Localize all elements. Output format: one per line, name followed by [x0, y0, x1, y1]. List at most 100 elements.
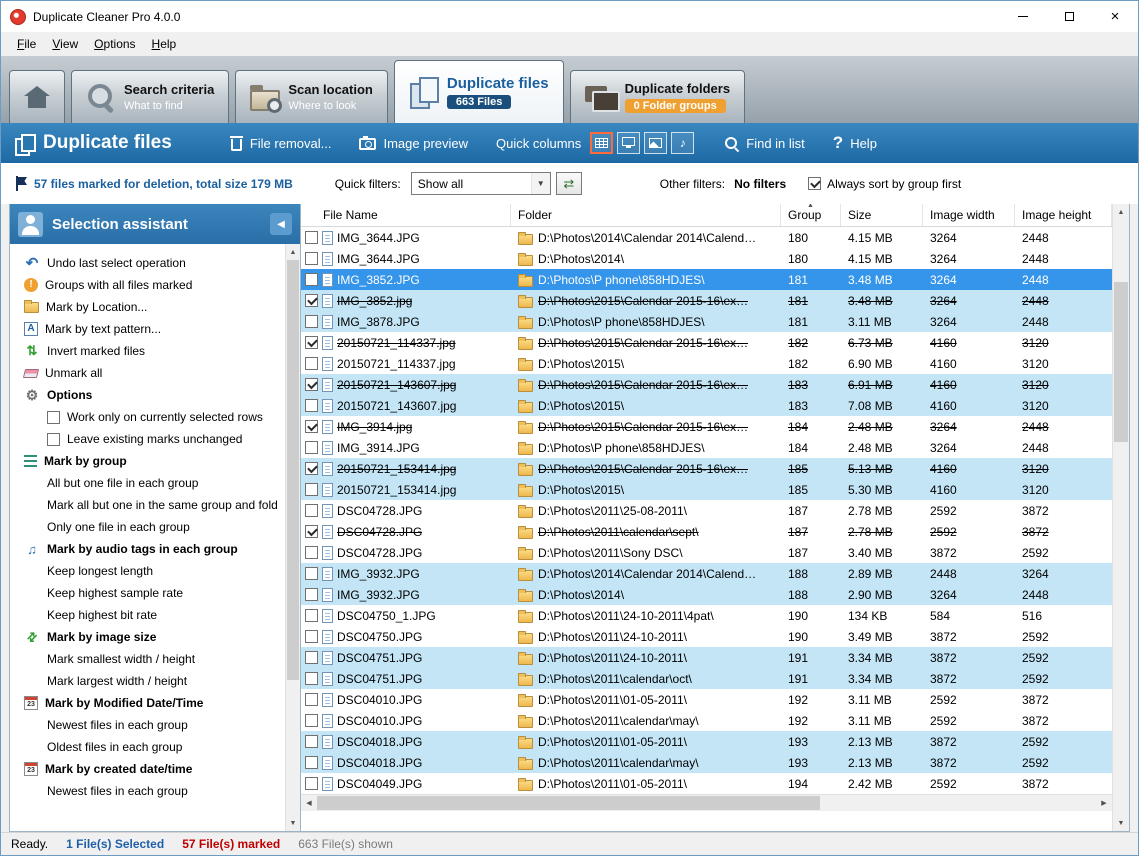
scroll-left-icon[interactable]: ◀ — [301, 795, 317, 811]
sidebar-item[interactable]: Keep highest sample rate — [10, 582, 285, 604]
close-button[interactable]: × — [1092, 1, 1138, 32]
quick-column-image-button[interactable] — [644, 132, 667, 154]
sidebar-item[interactable]: Newest files in each group — [10, 780, 285, 802]
table-row[interactable]: DSC04751.JPGD:\Photos\2011\24-10-2011\19… — [301, 647, 1112, 668]
help-button[interactable]: ? Help — [833, 133, 877, 153]
sidebar-item[interactable]: ⇄Mark by image size — [10, 626, 285, 648]
row-checkbox[interactable] — [305, 462, 318, 475]
maximize-button[interactable] — [1046, 1, 1092, 32]
sort-by-group-option[interactable]: Always sort by group first — [808, 177, 961, 191]
scroll-down-icon[interactable]: ▼ — [286, 815, 300, 831]
row-checkbox[interactable] — [305, 315, 318, 328]
sidebar-item[interactable]: ⚙Options — [10, 384, 285, 406]
table-row[interactable]: IMG_3878.JPGD:\Photos\P phone\858HDJES\1… — [301, 311, 1112, 332]
table-row[interactable]: DSC04728.JPGD:\Photos\2011\calendar\sept… — [301, 521, 1112, 542]
file-removal-button[interactable]: File removal... — [230, 136, 332, 151]
checkbox[interactable] — [47, 433, 60, 446]
table-row[interactable]: DSC04010.JPGD:\Photos\2011\calendar\may\… — [301, 710, 1112, 731]
sidebar-item[interactable]: All but one file in each group — [10, 472, 285, 494]
table-row[interactable]: DSC04750.JPGD:\Photos\2011\24-10-2011\19… — [301, 626, 1112, 647]
sidebar-item[interactable]: Mark by Location... — [10, 296, 285, 318]
row-checkbox[interactable] — [305, 357, 318, 370]
row-checkbox[interactable] — [305, 735, 318, 748]
sidebar-item[interactable]: Oldest files in each group — [10, 736, 285, 758]
table-row[interactable]: IMG_3852.jpgD:\Photos\2015\Calendar 2015… — [301, 290, 1112, 311]
column-header-file-name[interactable]: File Name — [301, 204, 511, 226]
row-checkbox[interactable] — [305, 546, 318, 559]
scroll-down-icon[interactable]: ▼ — [1113, 815, 1129, 831]
minimize-button[interactable] — [1000, 1, 1046, 32]
row-checkbox[interactable] — [305, 630, 318, 643]
sort-by-group-checkbox[interactable] — [808, 177, 821, 190]
column-header-image-height[interactable]: Image height — [1015, 204, 1112, 226]
table-row[interactable]: DSC04049.JPGD:\Photos\2011\01-05-2011\19… — [301, 773, 1112, 794]
sidebar-item[interactable]: !Groups with all files marked — [10, 274, 285, 296]
column-header-folder[interactable]: Folder — [511, 204, 781, 226]
table-row[interactable]: 20150721_153414.jpgD:\Photos\2015\Calend… — [301, 458, 1112, 479]
table-row[interactable]: DSC04728.JPGD:\Photos\2011\Sony DSC\1873… — [301, 542, 1112, 563]
checkbox[interactable] — [47, 411, 60, 424]
table-row[interactable]: IMG_3644.JPGD:\Photos\2014\1804.15 MB326… — [301, 248, 1112, 269]
table-vertical-scrollbar[interactable]: ▲ ▼ — [1112, 204, 1129, 831]
sidebar-item[interactable]: Unmark all — [10, 362, 285, 384]
row-checkbox[interactable] — [305, 651, 318, 664]
table-row[interactable]: IMG_3852.JPGD:\Photos\P phone\858HDJES\1… — [301, 269, 1112, 290]
refresh-filter-button[interactable]: ⇄ — [556, 172, 582, 195]
sidebar-item[interactable]: Mark largest width / height — [10, 670, 285, 692]
tab-home[interactable] — [9, 70, 65, 123]
row-checkbox[interactable] — [305, 777, 318, 790]
column-header-image-width[interactable]: Image width — [923, 204, 1015, 226]
scrollbar-thumb[interactable] — [287, 260, 299, 680]
table-row[interactable]: DSC04750_1.JPGD:\Photos\2011\24-10-2011\… — [301, 605, 1112, 626]
quick-column-grid-button[interactable] — [590, 132, 613, 154]
scroll-up-icon[interactable]: ▲ — [1113, 204, 1129, 220]
row-checkbox[interactable] — [305, 273, 318, 286]
column-header-group[interactable]: ▲ Group — [781, 204, 841, 226]
table-row[interactable]: DSC04018.JPGD:\Photos\2011\01-05-2011\19… — [301, 731, 1112, 752]
image-preview-button[interactable]: Image preview — [359, 136, 468, 151]
table-row[interactable]: 20150721_143607.jpgD:\Photos\2015\1837.0… — [301, 395, 1112, 416]
sidebar-item[interactable]: Keep longest length — [10, 560, 285, 582]
table-row[interactable]: IMG_3932.JPGD:\Photos\2014\Calendar 2014… — [301, 563, 1112, 584]
row-checkbox[interactable] — [305, 756, 318, 769]
sidebar-item[interactable]: Mark smallest width / height — [10, 648, 285, 670]
table-row[interactable]: 20150721_114337.jpgD:\Photos\2015\1826.9… — [301, 353, 1112, 374]
table-row[interactable]: 20150721_143607.jpgD:\Photos\2015\Calend… — [301, 374, 1112, 395]
table-row[interactable]: DSC04010.JPGD:\Photos\2011\01-05-2011\19… — [301, 689, 1112, 710]
row-checkbox[interactable] — [305, 336, 318, 349]
row-checkbox[interactable] — [305, 483, 318, 496]
tab-search-criteria[interactable]: Search criteria What to find — [71, 70, 229, 123]
quick-column-window-button[interactable] — [617, 132, 640, 154]
sidebar-scrollbar[interactable]: ▲ ▼ — [285, 244, 300, 831]
sidebar-item[interactable]: ⇅Invert marked files — [10, 340, 285, 362]
column-header-size[interactable]: Size — [841, 204, 923, 226]
tab-duplicate-files[interactable]: Duplicate files 663 Files — [394, 60, 564, 123]
sidebar-item[interactable]: AMark by text pattern... — [10, 318, 285, 340]
menu-file[interactable]: File — [9, 34, 44, 54]
sidebar-item[interactable]: Newest files in each group — [10, 714, 285, 736]
scroll-up-icon[interactable]: ▲ — [286, 244, 300, 260]
row-checkbox[interactable] — [305, 525, 318, 538]
row-checkbox[interactable] — [305, 252, 318, 265]
row-checkbox[interactable] — [305, 609, 318, 622]
row-checkbox[interactable] — [305, 399, 318, 412]
sidebar-item[interactable]: Mark all but one in the same group and f… — [10, 494, 285, 516]
row-checkbox[interactable] — [305, 567, 318, 580]
menu-help[interactable]: Help — [144, 34, 185, 54]
collapse-sidebar-button[interactable]: ◀ — [270, 213, 292, 235]
tab-scan-location[interactable]: Scan location Where to look — [235, 70, 388, 123]
row-checkbox[interactable] — [305, 714, 318, 727]
sidebar-item[interactable]: Keep highest bit rate — [10, 604, 285, 626]
sidebar-option[interactable]: Work only on currently selected rows — [10, 406, 285, 428]
find-in-list-button[interactable]: Find in list — [724, 136, 805, 151]
sidebar-item[interactable]: ↶Undo last select operation — [10, 252, 285, 274]
quick-filter-dropdown[interactable]: Show all ▼ — [411, 172, 551, 195]
table-row[interactable]: IMG_3644.JPGD:\Photos\2014\Calendar 2014… — [301, 227, 1112, 248]
row-checkbox[interactable] — [305, 294, 318, 307]
row-checkbox[interactable] — [305, 441, 318, 454]
row-checkbox[interactable] — [305, 588, 318, 601]
row-checkbox[interactable] — [305, 231, 318, 244]
table-row[interactable]: DSC04728.JPGD:\Photos\2011\25-08-2011\18… — [301, 500, 1112, 521]
menu-options[interactable]: Options — [86, 34, 143, 54]
scrollbar-thumb[interactable] — [317, 796, 820, 810]
